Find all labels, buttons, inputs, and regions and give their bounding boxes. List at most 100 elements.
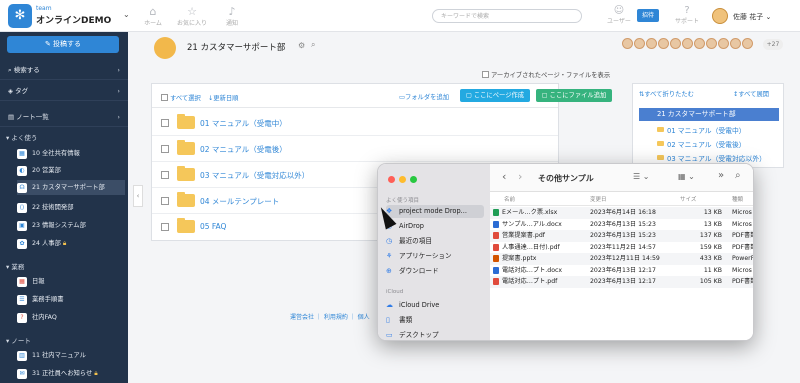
sidebar-notes[interactable]: ▤ ノート一覧 › bbox=[0, 107, 128, 127]
avatar bbox=[742, 38, 753, 49]
folder-row[interactable]: 01 マニュアル（受電中） bbox=[152, 110, 558, 136]
sidebar-item[interactable]: ▦ 10 全社共有情報 bbox=[17, 146, 125, 161]
collapse-all-button[interactable]: ⇅すべて折りたたむ bbox=[639, 89, 694, 98]
nav-notifications[interactable]: ♪ 通知 bbox=[217, 5, 247, 27]
tree-item[interactable]: 02 マニュアル（受電後） bbox=[657, 139, 746, 149]
sidebar-item[interactable]: ☰ 業務手順書 bbox=[17, 292, 125, 307]
sidebar-item-active[interactable]: ☊ 21 カスタマーサポート部 bbox=[17, 180, 125, 195]
checkbox[interactable] bbox=[161, 171, 169, 179]
sidebar-item[interactable]: ✿ 24 人事部 🔒︎ bbox=[17, 236, 125, 251]
member-avatars[interactable] bbox=[622, 38, 754, 50]
tree-root-item[interactable]: 21 カスタマーサポート部 bbox=[639, 108, 779, 121]
close-window-button[interactable] bbox=[388, 176, 395, 183]
column-size[interactable]: サイズ bbox=[680, 195, 696, 203]
expand-all-button[interactable]: ↕すべて展開 bbox=[733, 89, 769, 98]
minimize-window-button[interactable] bbox=[399, 176, 406, 183]
section-favorites[interactable]: ▾ よく使う bbox=[6, 132, 37, 142]
file-row[interactable]: 電話対応…プト.docx 2023年6月13日 12:17 11 KB Micros bbox=[490, 265, 753, 277]
file-row[interactable]: 営業提案書.pdf 2023年6月13日 15:23 137 KB PDF書類 bbox=[490, 230, 753, 242]
folder-name[interactable]: 01 マニュアル（受電中） bbox=[200, 118, 287, 129]
support-button[interactable]: ? サポート bbox=[672, 5, 702, 25]
folder-row[interactable]: 02 マニュアル（受電後） bbox=[152, 136, 558, 162]
checkbox[interactable] bbox=[161, 197, 169, 205]
finder-sidebar-item[interactable]: ▭ デスクトップ bbox=[386, 329, 484, 340]
section-notes[interactable]: ▾ ノート bbox=[6, 335, 31, 345]
sidebar-item[interactable]: ⟨⟩ 22 技術開発部 bbox=[17, 200, 125, 215]
forward-icon[interactable]: › bbox=[518, 170, 522, 183]
file-row[interactable]: 電話対応…プト.pdf 2023年6月13日 12:17 105 KB PDF書類 bbox=[490, 276, 753, 288]
sidebar-collapse-button[interactable]: ‹ bbox=[133, 185, 143, 207]
nav-favorites[interactable]: ☆ お気に入り bbox=[177, 5, 207, 27]
avatar bbox=[694, 38, 705, 49]
finder-window: よく使う項目 ❖ project mode Drop... ◎ AirDrop ◷ 最… bbox=[377, 163, 754, 341]
finder-sidebar-item[interactable]: ◎ AirDrop bbox=[386, 220, 484, 233]
file-icon bbox=[493, 243, 499, 251]
checkbox[interactable] bbox=[161, 223, 169, 231]
search-icon[interactable]: ⌕ bbox=[735, 170, 741, 181]
finder-sidebar-item[interactable]: ☁ iCloud Drive bbox=[386, 299, 484, 312]
sidebar-item[interactable]: ▣ 23 情報システム部 bbox=[17, 218, 125, 233]
app-logo[interactable]: ✻ bbox=[8, 4, 32, 28]
group-icon[interactable]: ▦ ⌄ bbox=[678, 172, 695, 181]
checkbox[interactable] bbox=[161, 145, 169, 153]
file-row[interactable]: Eメール…ク票.xlsx 2023年6月14日 16:18 13 KB Micros bbox=[490, 207, 753, 219]
user-menu[interactable]: 佐藤 花子 ⌄ bbox=[733, 12, 771, 22]
gear-icon[interactable]: ⚙ bbox=[298, 41, 305, 50]
users-button[interactable]: ☺ ユーザー bbox=[606, 5, 632, 25]
select-all[interactable]: すべて選択 bbox=[161, 93, 201, 102]
avatar[interactable] bbox=[712, 8, 728, 24]
more-icon[interactable]: » bbox=[718, 170, 724, 181]
footer-links[interactable]: 運営会社 ｜ 利用規約 ｜ 個人 bbox=[290, 312, 370, 321]
invite-button[interactable]: 招待 bbox=[637, 9, 659, 22]
column-modified[interactable]: 変更日 bbox=[590, 195, 607, 203]
file-row[interactable]: 提案書.pptx 2023年12月11日 14:59 433 KB PowerP bbox=[490, 253, 753, 265]
post-button[interactable]: ✎ 投稿する bbox=[7, 36, 119, 53]
lock-icon: 🔒︎ bbox=[94, 370, 98, 377]
sidebar-tags[interactable]: ◈ タグ › bbox=[0, 81, 128, 101]
applications-icon: ⚘ bbox=[386, 252, 393, 260]
column-kind[interactable]: 種類 bbox=[732, 195, 743, 203]
tree-item[interactable]: 01 マニュアル（受電中） bbox=[657, 125, 746, 135]
finder-sidebar-item[interactable]: ▯ 書類 bbox=[386, 314, 484, 327]
finder-sidebar-item[interactable]: ❖ project mode Drop... bbox=[386, 205, 484, 218]
sidebar-item[interactable]: ? 社内FAQ bbox=[17, 310, 125, 325]
sidebar-search[interactable]: ⌕ 検索する › bbox=[0, 60, 128, 80]
more-members-badge[interactable]: +27 bbox=[763, 39, 783, 50]
sidebar-item[interactable]: ▥ 11 社内マニュアル bbox=[17, 348, 125, 363]
add-folder-button[interactable]: ▭フォルダを追加 bbox=[399, 92, 449, 101]
chevron-down-icon[interactable]: ⌄ bbox=[123, 10, 130, 19]
sidebar-item[interactable]: ✉ 31 正社員へお知らせ 🔒︎ bbox=[17, 366, 125, 381]
zoom-window-button[interactable] bbox=[410, 176, 417, 183]
file-row[interactable]: サンプル…アル.docx 2023年6月13日 15:23 13 KB Micros bbox=[490, 219, 753, 231]
checkbox[interactable] bbox=[482, 71, 489, 78]
checkbox[interactable] bbox=[161, 119, 169, 127]
file-icon bbox=[493, 232, 499, 239]
create-page-button[interactable]: ▢ ここにページ作成 bbox=[460, 89, 530, 102]
chevron-right-icon: › bbox=[117, 113, 120, 121]
column-name[interactable]: 名前 bbox=[504, 195, 515, 203]
back-icon[interactable]: ‹ bbox=[502, 170, 506, 183]
list-view-icon[interactable]: ☰ ⌄ bbox=[633, 172, 649, 181]
search-icon: ⌕ bbox=[8, 66, 12, 74]
folder-name[interactable]: 02 マニュアル（受電後） bbox=[200, 144, 287, 155]
sidebar-item[interactable]: ◐ 20 営業部 bbox=[17, 163, 125, 178]
search-input[interactable]: キーワードで検索 bbox=[432, 9, 582, 23]
add-file-button[interactable]: ▢ ここにファイル追加 bbox=[536, 89, 612, 102]
finder-sidebar-item[interactable]: ⚘ アプリケーション bbox=[386, 250, 484, 263]
file-row[interactable]: 人事通達…日付).pdf 2023年11月2日 14:57 159 KB PDF書類 bbox=[490, 242, 753, 254]
checkbox[interactable] bbox=[161, 94, 168, 101]
finder-sidebar-item[interactable]: ⊕ ダウンロード bbox=[386, 265, 484, 278]
sidebar-item[interactable]: ▦ 日報 bbox=[17, 274, 125, 289]
folder-name[interactable]: 04 メールテンプレート bbox=[200, 196, 279, 207]
search-icon[interactable]: ⌕ bbox=[311, 40, 315, 50]
section-business[interactable]: ▾ 業務 bbox=[6, 261, 24, 271]
tree-item[interactable]: 03 マニュアル（受電対応以外） bbox=[657, 153, 766, 163]
archive-toggle[interactable]: アーカイブされたページ・ファイルを表示 bbox=[482, 70, 610, 79]
file-icon bbox=[493, 220, 499, 228]
nav-home[interactable]: ⌂ ホーム bbox=[138, 5, 168, 27]
workspace-name[interactable]: オンラインDEMO bbox=[36, 13, 111, 26]
folder-name[interactable]: 03 マニュアル（受電対応以外） bbox=[200, 170, 309, 181]
folder-name[interactable]: 05 FAQ bbox=[200, 222, 226, 231]
finder-sidebar-item[interactable]: ◷ 最近の項目 bbox=[386, 235, 484, 248]
sort-button[interactable]: ↓更新日順 bbox=[208, 93, 238, 102]
